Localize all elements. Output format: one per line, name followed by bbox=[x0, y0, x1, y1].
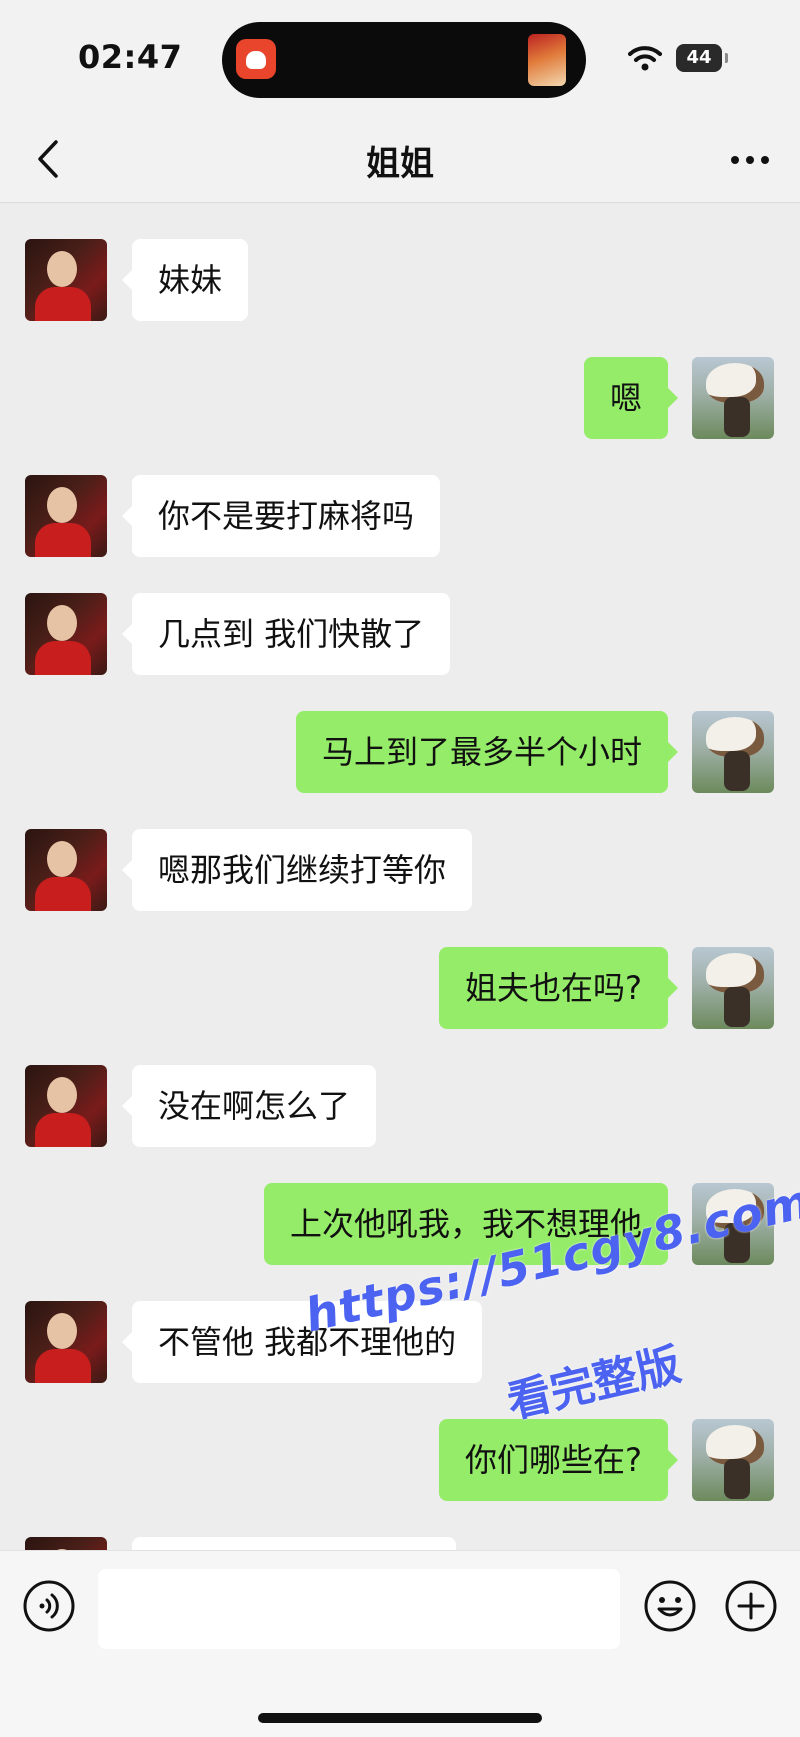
dynamic-island[interactable] bbox=[222, 22, 586, 98]
message-bubble-outgoing[interactable]: 你们哪些在? bbox=[439, 1419, 678, 1501]
message-bubble-incoming[interactable]: 妹妹 bbox=[121, 239, 249, 321]
message-bubble-incoming[interactable]: 没在啊怎么了 bbox=[121, 1065, 377, 1147]
message-bubble-incoming[interactable]: 几点到 我们快散了 bbox=[121, 593, 451, 675]
status-bar: 02:47 44 bbox=[0, 0, 800, 118]
avatar-sister[interactable] bbox=[25, 829, 107, 911]
input-bar bbox=[0, 1550, 800, 1737]
voice-icon[interactable] bbox=[22, 1579, 76, 1633]
chat-header: 姐姐 bbox=[0, 118, 800, 203]
more-dots-icon[interactable] bbox=[728, 146, 772, 174]
wifi-icon bbox=[628, 46, 662, 71]
avatar-sister[interactable] bbox=[25, 475, 107, 557]
now-playing-thumbnail[interactable] bbox=[528, 34, 566, 86]
message-bubble-outgoing[interactable]: 嗯 bbox=[583, 357, 679, 439]
battery-icon: 44 bbox=[676, 44, 728, 72]
emoji-icon[interactable] bbox=[643, 1579, 697, 1633]
avatar-sister[interactable] bbox=[25, 239, 107, 321]
avatar-sister[interactable] bbox=[25, 1537, 107, 1550]
home-indicator[interactable] bbox=[258, 1713, 542, 1723]
message-bubble-incoming[interactable]: 嗯那我们继续打等你 bbox=[121, 829, 473, 911]
avatar-me[interactable] bbox=[692, 711, 774, 793]
avatar-me[interactable] bbox=[692, 357, 774, 439]
avatar-me[interactable] bbox=[692, 1419, 774, 1501]
message-bubble-outgoing[interactable]: 马上到了最多半个小时 bbox=[295, 711, 679, 793]
avatar-sister[interactable] bbox=[25, 593, 107, 675]
message-input[interactable] bbox=[98, 1569, 620, 1649]
chat-title: 姐姐 bbox=[366, 144, 434, 184]
avatar-me[interactable] bbox=[692, 947, 774, 1029]
avatar-sister[interactable] bbox=[25, 1301, 107, 1383]
message-bubble-incoming[interactable]: 你不是要打麻将吗 bbox=[121, 475, 441, 557]
message-bubble-incoming[interactable] bbox=[132, 1537, 456, 1550]
plus-icon[interactable] bbox=[724, 1579, 778, 1633]
avatar-sister[interactable] bbox=[25, 1065, 107, 1147]
message-bubble-outgoing[interactable]: 姐夫也在吗? bbox=[439, 947, 678, 1029]
message-list[interactable]: 妹妹 嗯 你不是要打麻将吗 几点到 我们快散了 马上到了最多半个小时 嗯那我们继… bbox=[0, 203, 800, 1550]
tomato-app-icon[interactable] bbox=[236, 39, 276, 79]
status-time: 02:47 bbox=[78, 38, 183, 76]
